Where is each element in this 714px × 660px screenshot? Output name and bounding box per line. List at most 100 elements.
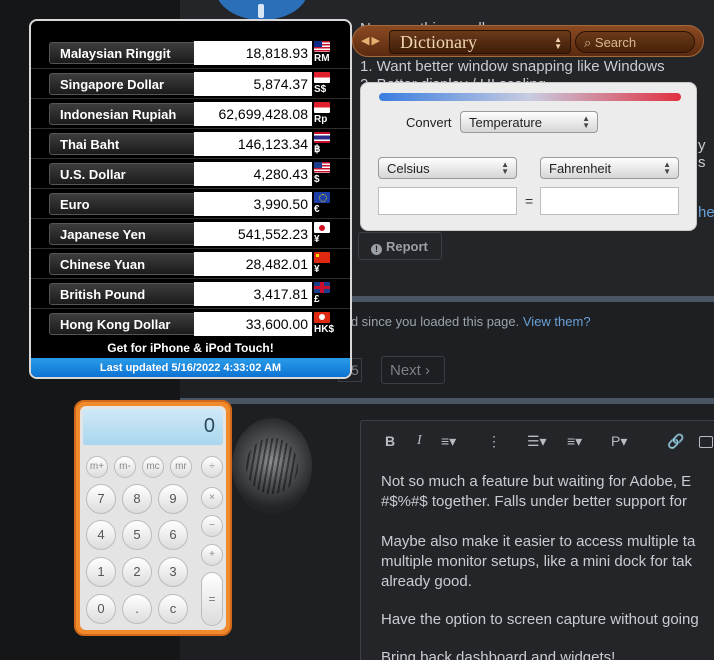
- editor-line: Have the option to screen capture withou…: [381, 611, 699, 628]
- digit-key[interactable]: 6: [158, 520, 188, 550]
- memory-key-m-[interactable]: m-: [114, 456, 136, 478]
- italic-button[interactable]: I: [417, 433, 422, 449]
- memory-key-m+[interactable]: m+: [86, 456, 108, 478]
- gb-flag-icon: [314, 282, 330, 293]
- align-button[interactable]: ≡▾: [567, 433, 582, 450]
- currency-row: U.S. Dollar▲▼4,280.43$: [31, 158, 350, 188]
- dictionary-search-input[interactable]: ⌕ Search: [575, 31, 695, 53]
- equals-key[interactable]: =: [201, 572, 223, 626]
- currency-row: Thai Baht▲▼146,123.34฿: [31, 128, 350, 158]
- list-button[interactable]: ☰▾: [527, 433, 547, 450]
- currency-symbol: S$: [314, 84, 327, 95]
- from-unit-select[interactable]: Celsius ▲ ▼: [378, 157, 517, 179]
- select-arrows-icon: ▲▼: [554, 35, 562, 51]
- currency-amount-input[interactable]: 3,417.81: [194, 282, 312, 306]
- temperature-gradient-bar: [379, 93, 681, 101]
- digit-key[interactable]: 2: [122, 557, 152, 587]
- my-flag-icon: [314, 41, 330, 52]
- digit-key[interactable]: 7: [86, 484, 116, 514]
- text-format-button[interactable]: ≡▾: [441, 433, 456, 450]
- currency-symbol: RM: [314, 53, 330, 64]
- us-flag-icon: [314, 162, 330, 173]
- subtract-key[interactable]: −: [201, 515, 223, 537]
- jp-flag-icon: [314, 222, 330, 233]
- image-icon[interactable]: [699, 436, 713, 448]
- editor-line: Maybe also make it easier to access mult…: [381, 533, 696, 550]
- currency-amount-input[interactable]: 541,552.23: [194, 222, 312, 246]
- user-avatar[interactable]: [232, 418, 312, 514]
- link-icon[interactable]: 🔗: [667, 433, 684, 450]
- currency-name: Singapore Dollar: [60, 77, 165, 92]
- equals-sign: =: [525, 193, 534, 209]
- currency-amount-input[interactable]: 33,600.00: [194, 312, 312, 336]
- report-icon: !: [371, 244, 382, 255]
- currency-row: Singapore Dollar▲▼5,874.37S$: [31, 68, 350, 98]
- currency-name: U.S. Dollar: [60, 167, 126, 182]
- currency-amount-input[interactable]: 62,699,428.08: [194, 102, 312, 126]
- digit-key[interactable]: 8: [122, 484, 152, 514]
- memory-key-mr[interactable]: mr: [170, 456, 192, 478]
- back-forward-arrows-icon[interactable]: ◀▶: [361, 34, 382, 47]
- convert-category-select[interactable]: Temperature ▲ ▼: [460, 111, 598, 133]
- digit-key[interactable]: .: [122, 594, 152, 624]
- currency-amount-input[interactable]: 146,123.34: [194, 132, 312, 156]
- last-updated-status: Last updated 5/16/2022 4:33:02 AM: [31, 358, 350, 377]
- more-options-icon[interactable]: ⋮: [487, 433, 501, 450]
- digit-key[interactable]: 0: [86, 594, 116, 624]
- to-value-input[interactable]: [540, 187, 679, 215]
- from-value-input[interactable]: [378, 187, 517, 215]
- post-list-item-1: 1. Want better window snapping like Wind…: [360, 58, 665, 75]
- dictionary-source-select[interactable]: Dictionary ▲ ▼: [389, 30, 571, 54]
- editor-line: Bring back dashboard and widgets!: [381, 649, 616, 660]
- editor-line: Not so much a feature but waiting for Ad…: [381, 473, 692, 490]
- calculator-body: 0 m+ m-mc mr ÷ 7 8 9 4 5 6 1 2 3 0. c × − + =: [80, 406, 226, 630]
- currency-amount-input[interactable]: 5,874.37: [194, 72, 312, 96]
- editor-line: #$%#$ together. Falls under better suppo…: [381, 493, 688, 510]
- currency-amount-input[interactable]: 3,990.50: [194, 192, 312, 216]
- dictionary-widget: ◀▶ Dictionary ▲ ▼ ⌕ Search: [352, 25, 704, 57]
- currency-name: British Pound: [60, 287, 146, 302]
- reply-editor[interactable]: B I ≡▾ ⋮ ☰▾ ≡▾ P▾ 🔗 Not so much a featur…: [360, 420, 714, 660]
- divide-key[interactable]: ÷: [201, 456, 223, 478]
- currency-amount-input[interactable]: 18,818.93: [194, 41, 312, 65]
- cn-flag-icon: [314, 252, 330, 263]
- currency-row: Japanese Yen▲▼541,552.23¥: [31, 218, 350, 248]
- currency-row: Hong Kong Dollar▲▼33,600.00HK$: [31, 308, 350, 338]
- currency-amount-input[interactable]: 28,482.01: [194, 252, 312, 276]
- digit-key[interactable]: 1: [86, 557, 116, 587]
- currency-row: British Pound▲▼3,417.81£: [31, 278, 350, 308]
- multiply-key[interactable]: ×: [201, 487, 223, 509]
- digit-key[interactable]: 9: [158, 484, 188, 514]
- currency-symbol: £: [314, 294, 320, 305]
- currency-symbol: Rp: [314, 114, 328, 125]
- currency-rows: Malaysian Ringgit▲▼18,818.93RMSingapore …: [31, 38, 350, 338]
- currency-symbol: HK$: [314, 324, 335, 335]
- digit-key[interactable]: c: [158, 594, 188, 624]
- digit-key[interactable]: 3: [158, 557, 188, 587]
- new-posts-notice: ted since you loaded this page. View the…: [340, 314, 591, 329]
- report-button[interactable]: ! Report: [358, 232, 442, 260]
- digit-key[interactable]: 4: [86, 520, 116, 550]
- to-unit-select[interactable]: Fahrenheit ▲ ▼: [540, 157, 679, 179]
- currency-converter-widget: Malaysian Ringgit▲▼18,818.93RMSingapore …: [29, 19, 352, 379]
- next-page-button[interactable]: Next ›: [381, 356, 445, 384]
- post-link-clipped[interactable]: he: [698, 204, 714, 221]
- view-them-link[interactable]: View them?: [523, 314, 591, 329]
- bold-button[interactable]: B: [385, 433, 395, 449]
- eu-flag-icon: [314, 192, 330, 203]
- currency-name: Chinese Yuan: [60, 257, 146, 272]
- post-text-clipped-1: y s: [698, 137, 706, 171]
- paragraph-button[interactable]: P▾: [611, 433, 627, 450]
- get-for-iphone-link[interactable]: Get for iPhone & iPod Touch!: [31, 341, 350, 355]
- sg-flag-icon: [314, 72, 330, 83]
- currency-name: Thai Baht: [60, 137, 120, 152]
- memory-key-mc[interactable]: mc: [142, 456, 164, 478]
- search-icon: ⌕: [584, 35, 592, 50]
- currency-name: Indonesian Rupiah: [60, 107, 177, 122]
- currency-name: Malaysian Ringgit: [60, 46, 171, 61]
- currency-row: Euro▲▼3,990.50€: [31, 188, 350, 218]
- digit-key[interactable]: 5: [122, 520, 152, 550]
- editor-line: multiple monitor setups, like a mini doc…: [381, 553, 692, 570]
- currency-amount-input[interactable]: 4,280.43: [194, 162, 312, 186]
- add-key[interactable]: +: [201, 544, 223, 566]
